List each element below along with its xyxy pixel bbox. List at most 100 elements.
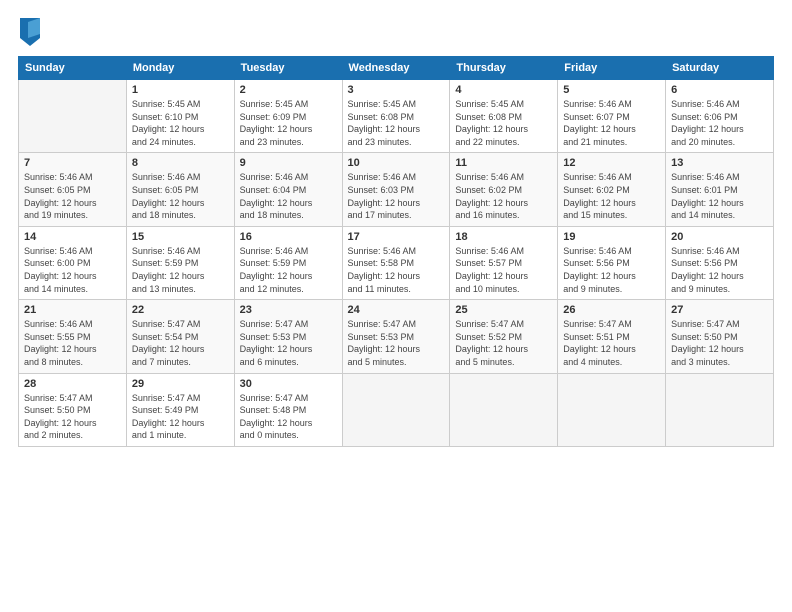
day-info: Sunrise: 5:47 AM Sunset: 5:53 PM Dayligh… <box>240 318 337 368</box>
day-number: 25 <box>455 304 552 316</box>
calendar-week-row: 1 Sunrise: 5:45 AM Sunset: 6:10 PM Daylig… <box>19 80 774 153</box>
day-number: 27 <box>671 304 768 316</box>
day-number: 29 <box>132 378 229 390</box>
calendar-weekday-saturday: Saturday <box>666 57 774 80</box>
day-info: Sunrise: 5:45 AM Sunset: 6:08 PM Dayligh… <box>348 98 445 148</box>
calendar-day-cell: 17 Sunrise: 5:46 AM Sunset: 5:58 PM Dayli… <box>342 226 450 299</box>
day-info: Sunrise: 5:46 AM Sunset: 6:01 PM Dayligh… <box>671 171 768 221</box>
calendar-weekday-monday: Monday <box>126 57 234 80</box>
day-info: Sunrise: 5:47 AM Sunset: 5:51 PM Dayligh… <box>563 318 660 368</box>
day-number: 1 <box>132 84 229 96</box>
calendar-day-cell: 16Sunrise: 5:46 AM Sunset: 5:59 PM Dayli… <box>234 226 342 299</box>
day-number: 10 <box>348 157 445 169</box>
calendar-header-row: SundayMondayTuesdayWednesdayThursdayFrid… <box>19 57 774 80</box>
day-number: 11 <box>455 157 552 169</box>
calendar-weekday-wednesday: Wednesday <box>342 57 450 80</box>
calendar-day-cell: 25 Sunrise: 5:47 AM Sunset: 5:52 PM Dayli… <box>450 300 558 373</box>
logo <box>18 18 40 46</box>
day-info: Sunrise: 5:46 AM Sunset: 5:58 PM Dayligh… <box>348 245 445 295</box>
day-number: 13 <box>671 157 768 169</box>
calendar-weekday-sunday: Sunday <box>19 57 127 80</box>
calendar-day-cell: 11 Sunrise: 5:46 AM Sunset: 6:02 PM Dayli… <box>450 153 558 226</box>
day-number: 8 <box>132 157 229 169</box>
day-number: 26 <box>563 304 660 316</box>
day-info: Sunrise: 5:46 AM Sunset: 6:03 PM Dayligh… <box>348 171 445 221</box>
day-number: 7 <box>24 157 121 169</box>
day-number: 5 <box>563 84 660 96</box>
day-info: Sunrise: 5:47 AM Sunset: 5:52 PM Dayligh… <box>455 318 552 368</box>
day-info: Sunrise: 5:47 AM Sunset: 5:54 PM Dayligh… <box>132 318 229 368</box>
day-number: 30 <box>240 378 337 390</box>
calendar-day-cell: 20 Sunrise: 5:46 AM Sunset: 5:56 PM Dayli… <box>666 226 774 299</box>
calendar-day-cell <box>666 373 774 446</box>
day-number: 12 <box>563 157 660 169</box>
calendar-day-cell: 28Sunrise: 5:47 AM Sunset: 5:50 PM Dayli… <box>19 373 127 446</box>
page: SundayMondayTuesdayWednesdayThursdayFrid… <box>0 0 792 612</box>
day-info: Sunrise: 5:46 AM Sunset: 6:02 PM Dayligh… <box>455 171 552 221</box>
calendar-day-cell: 30 Sunrise: 5:47 AM Sunset: 5:48 PM Dayli… <box>234 373 342 446</box>
calendar-day-cell: 1 Sunrise: 5:45 AM Sunset: 6:10 PM Daylig… <box>126 80 234 153</box>
day-info: Sunrise: 5:47 AM Sunset: 5:48 PM Dayligh… <box>240 392 337 442</box>
day-number: 24 <box>348 304 445 316</box>
day-info: Sunrise: 5:47 AM Sunset: 5:53 PM Dayligh… <box>348 318 445 368</box>
day-info: Sunrise: 5:46 AM Sunset: 6:05 PM Dayligh… <box>24 171 121 221</box>
calendar-day-cell: 3 Sunrise: 5:45 AM Sunset: 6:08 PM Daylig… <box>342 80 450 153</box>
calendar-week-row: 21 Sunrise: 5:46 AM Sunset: 5:55 PM Dayli… <box>19 300 774 373</box>
calendar-weekday-thursday: Thursday <box>450 57 558 80</box>
calendar-day-cell: 6Sunrise: 5:46 AM Sunset: 6:06 PM Daylig… <box>666 80 774 153</box>
day-info: Sunrise: 5:46 AM Sunset: 5:57 PM Dayligh… <box>455 245 552 295</box>
calendar-day-cell: 14Sunrise: 5:46 AM Sunset: 6:00 PM Dayli… <box>19 226 127 299</box>
day-number: 20 <box>671 231 768 243</box>
day-info: Sunrise: 5:46 AM Sunset: 5:56 PM Dayligh… <box>671 245 768 295</box>
day-number: 14 <box>24 231 121 243</box>
day-info: Sunrise: 5:46 AM Sunset: 6:06 PM Dayligh… <box>671 98 768 148</box>
day-info: Sunrise: 5:46 AM Sunset: 5:55 PM Dayligh… <box>24 318 121 368</box>
calendar-week-row: 7 Sunrise: 5:46 AM Sunset: 6:05 PM Daylig… <box>19 153 774 226</box>
day-number: 15 <box>132 231 229 243</box>
day-number: 17 <box>348 231 445 243</box>
day-info: Sunrise: 5:45 AM Sunset: 6:10 PM Dayligh… <box>132 98 229 148</box>
calendar-day-cell: 21 Sunrise: 5:46 AM Sunset: 5:55 PM Dayli… <box>19 300 127 373</box>
calendar-day-cell: 8 Sunrise: 5:46 AM Sunset: 6:05 PM Daylig… <box>126 153 234 226</box>
calendar-day-cell: 29Sunrise: 5:47 AM Sunset: 5:49 PM Dayli… <box>126 373 234 446</box>
day-info: Sunrise: 5:45 AM Sunset: 6:09 PM Dayligh… <box>240 98 337 148</box>
day-info: Sunrise: 5:47 AM Sunset: 5:50 PM Dayligh… <box>24 392 121 442</box>
logo-icon <box>20 18 40 46</box>
calendar-day-cell <box>342 373 450 446</box>
day-number: 18 <box>455 231 552 243</box>
calendar-day-cell: 22 Sunrise: 5:47 AM Sunset: 5:54 PM Dayli… <box>126 300 234 373</box>
calendar-day-cell: 7 Sunrise: 5:46 AM Sunset: 6:05 PM Daylig… <box>19 153 127 226</box>
day-info: Sunrise: 5:46 AM Sunset: 6:07 PM Dayligh… <box>563 98 660 148</box>
calendar-day-cell <box>558 373 666 446</box>
day-info: Sunrise: 5:46 AM Sunset: 6:05 PM Dayligh… <box>132 171 229 221</box>
calendar-day-cell: 27 Sunrise: 5:47 AM Sunset: 5:50 PM Dayli… <box>666 300 774 373</box>
day-number: 4 <box>455 84 552 96</box>
calendar-day-cell <box>450 373 558 446</box>
calendar-weekday-tuesday: Tuesday <box>234 57 342 80</box>
calendar-day-cell: 23 Sunrise: 5:47 AM Sunset: 5:53 PM Dayli… <box>234 300 342 373</box>
day-number: 23 <box>240 304 337 316</box>
day-number: 16 <box>240 231 337 243</box>
day-number: 22 <box>132 304 229 316</box>
calendar-day-cell: 15 Sunrise: 5:46 AM Sunset: 5:59 PM Dayli… <box>126 226 234 299</box>
day-info: Sunrise: 5:47 AM Sunset: 5:50 PM Dayligh… <box>671 318 768 368</box>
calendar-table: SundayMondayTuesdayWednesdayThursdayFrid… <box>18 56 774 447</box>
calendar-day-cell: 18 Sunrise: 5:46 AM Sunset: 5:57 PM Dayli… <box>450 226 558 299</box>
day-info: Sunrise: 5:46 AM Sunset: 6:04 PM Dayligh… <box>240 171 337 221</box>
header <box>18 18 774 46</box>
calendar-week-row: 28Sunrise: 5:47 AM Sunset: 5:50 PM Dayli… <box>19 373 774 446</box>
day-number: 2 <box>240 84 337 96</box>
calendar-day-cell: 24 Sunrise: 5:47 AM Sunset: 5:53 PM Dayli… <box>342 300 450 373</box>
calendar-week-row: 14Sunrise: 5:46 AM Sunset: 6:00 PM Dayli… <box>19 226 774 299</box>
calendar-day-cell: 26 Sunrise: 5:47 AM Sunset: 5:51 PM Dayli… <box>558 300 666 373</box>
calendar-day-cell: 5 Sunrise: 5:46 AM Sunset: 6:07 PM Daylig… <box>558 80 666 153</box>
day-info: Sunrise: 5:46 AM Sunset: 5:59 PM Dayligh… <box>132 245 229 295</box>
day-number: 9 <box>240 157 337 169</box>
day-info: Sunrise: 5:46 AM Sunset: 6:02 PM Dayligh… <box>563 171 660 221</box>
calendar-day-cell: 2 Sunrise: 5:45 AM Sunset: 6:09 PM Daylig… <box>234 80 342 153</box>
day-number: 21 <box>24 304 121 316</box>
day-number: 3 <box>348 84 445 96</box>
calendar-day-cell: 4Sunrise: 5:45 AM Sunset: 6:08 PM Daylig… <box>450 80 558 153</box>
calendar-day-cell: 9 Sunrise: 5:46 AM Sunset: 6:04 PM Daylig… <box>234 153 342 226</box>
day-info: Sunrise: 5:46 AM Sunset: 5:56 PM Dayligh… <box>563 245 660 295</box>
